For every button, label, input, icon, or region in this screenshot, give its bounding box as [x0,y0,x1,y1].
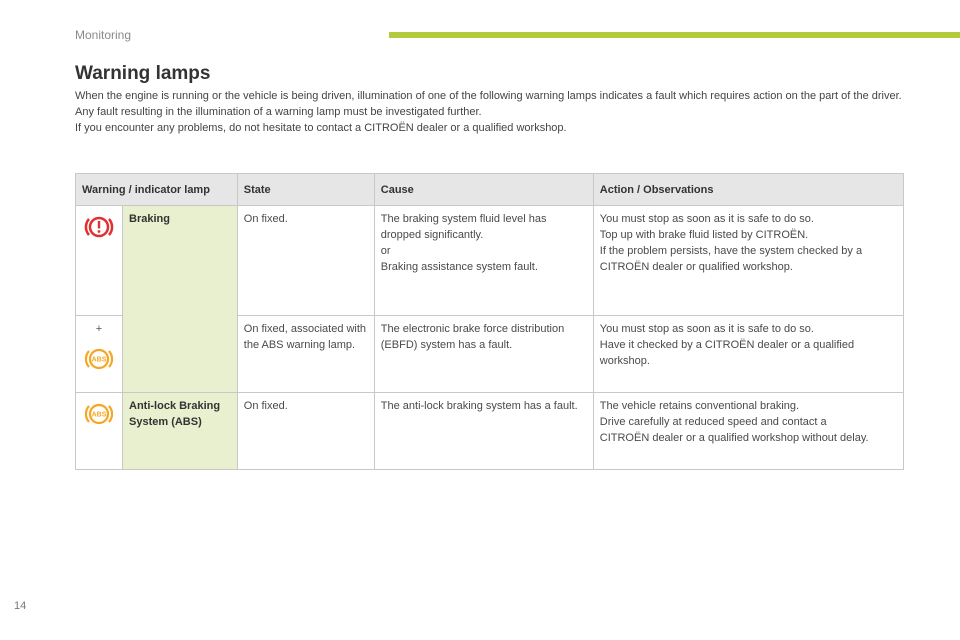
brake-warning-icon [84,216,114,238]
icon-cell [75,392,123,470]
plus-sign: + [95,323,103,335]
page-title: Warning lamps [75,63,211,84]
cause-line: The anti-lock braking system has a fault… [380,400,578,412]
table-header-row: Warning / indicator lamp State Cause Act… [75,173,905,206]
cause-line: Braking assistance system fault. [380,261,538,273]
lamp-name: Anti-lock Braking System (ABS) [122,392,238,470]
action-line: You must stop as soon as it is safe to d… [599,213,814,225]
cause-line: or [380,245,391,257]
state-cell: On fixed. [236,392,375,470]
lamp-name: Braking [122,205,238,393]
icon-cell [75,205,123,316]
column-header: Warning / indicator lamp [75,173,238,206]
cause-cell: The anti-lock braking system has a fault… [373,392,594,470]
cause-cell: The braking system fluid level has dropp… [373,205,594,316]
header-accent-bar [389,32,960,38]
abs-icon [84,403,114,425]
column-header: Cause [373,173,594,206]
section-header: Monitoring [75,28,132,42]
intro-text: When the engine is running or the vehicl… [75,88,905,136]
column-header: Action / Observations [592,173,905,206]
abs-icon [84,348,114,370]
column-header: State [236,173,375,206]
action-line: Have it checked by a CITROËN dealer or a… [599,339,855,367]
action-line: The vehicle retains conventional braking… [599,400,800,412]
action-cell: You must stop as soon as it is safe to d… [592,205,905,316]
state-cell: On fixed. [236,205,375,316]
state-cell: On fixed, associated with the ABS warnin… [236,315,375,393]
intro-paragraph: When the engine is running or the vehicl… [75,90,902,102]
action-line: You must stop as soon as it is safe to d… [599,323,814,335]
table-row: Braking On fixed. The braking system flu… [75,205,905,393]
cause-line: The braking system fluid level has dropp… [380,213,547,241]
intro-paragraph: If you encounter any problems, do not he… [75,122,567,134]
action-cell: You must stop as soon as it is safe to d… [592,315,905,393]
action-line: If the problem persists, have the system… [599,245,863,273]
action-line: Drive carefully at reduced speed and con… [599,416,869,444]
action-cell: The vehicle retains conventional braking… [592,392,905,470]
action-line: Top up with brake fluid listed by CITROË… [599,229,809,241]
intro-paragraph: Any fault resulting in the illumination … [75,106,482,118]
cause-cell: The electronic brake force distribution … [373,315,594,393]
table-row: Anti-lock Braking System (ABS) On fixed.… [75,392,905,470]
page-number: 14 [14,600,27,612]
warning-lamps-table: Warning / indicator lamp State Cause Act… [75,173,905,470]
cause-line: The electronic brake force distribution … [380,323,565,351]
icon-cell: + [75,315,123,393]
